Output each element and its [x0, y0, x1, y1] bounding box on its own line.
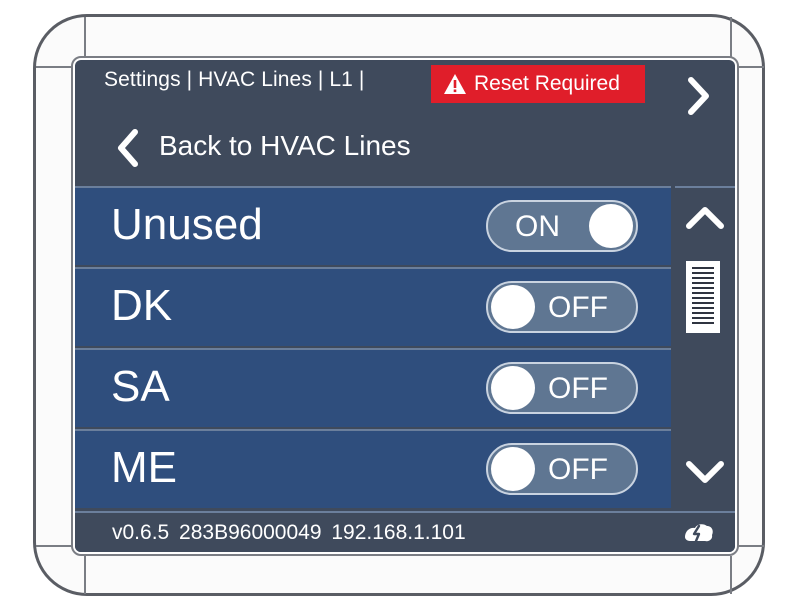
line-name: DK: [111, 281, 173, 330]
bezel-line: [737, 545, 764, 547]
list-item: Unused ON: [75, 186, 671, 265]
list-item: DK OFF: [75, 267, 671, 346]
chevron-up-icon[interactable]: [683, 202, 727, 234]
toggle-switch[interactable]: OFF: [486, 362, 638, 414]
back-button[interactable]: Back to HVAC Lines: [75, 118, 735, 182]
toggle-knob: [491, 285, 535, 329]
toggle-state: ON: [515, 210, 560, 243]
toggle-switch[interactable]: OFF: [486, 443, 638, 495]
device-screen: Settings | HVAC Lines | L1 | Reset Requi…: [75, 60, 735, 552]
warning-triangle-icon: [444, 74, 466, 94]
bezel-line: [730, 556, 732, 594]
chevron-left-icon: [118, 129, 138, 167]
line-name: ME: [111, 443, 177, 492]
chevron-right-icon[interactable]: [683, 72, 713, 120]
line-name: SA: [111, 362, 170, 411]
toggle-switch[interactable]: OFF: [486, 281, 638, 333]
device-info: v0.6.5 283B96000049 192.168.1.101: [112, 521, 466, 544]
toggle-state: OFF: [548, 291, 608, 324]
breadcrumb: Settings | HVAC Lines | L1 |: [104, 68, 365, 91]
bezel-line: [730, 17, 732, 57]
connection-status-icon: [685, 524, 713, 543]
list-item: ME OFF: [75, 429, 671, 508]
reset-required-label: Reset Required: [474, 72, 620, 95]
reset-required-badge[interactable]: Reset Required: [431, 65, 645, 103]
list-item: SA OFF: [75, 348, 671, 427]
toggle-state: OFF: [548, 453, 608, 486]
scrollbar[interactable]: [675, 186, 735, 509]
bezel-line: [737, 66, 764, 68]
scroll-thumb[interactable]: [686, 261, 720, 333]
toggle-knob: [491, 447, 535, 491]
toggle-knob: [491, 366, 535, 410]
toggle-knob: [589, 204, 633, 248]
bezel-line: [84, 17, 86, 57]
hvac-lines-list: Unused ON DK OFF SA OFF ME OFF: [75, 186, 671, 509]
bezel-line: [84, 556, 86, 594]
toggle-state: OFF: [548, 372, 608, 405]
thumb-grip: [692, 267, 714, 327]
toggle-switch[interactable]: ON: [486, 200, 638, 252]
bezel-line: [36, 66, 74, 68]
back-label: Back to HVAC Lines: [159, 130, 411, 161]
status-footer: v0.6.5 283B96000049 192.168.1.101: [75, 511, 735, 552]
line-name: Unused: [111, 200, 263, 249]
chevron-down-icon[interactable]: [683, 456, 727, 488]
bezel-line: [36, 545, 74, 547]
